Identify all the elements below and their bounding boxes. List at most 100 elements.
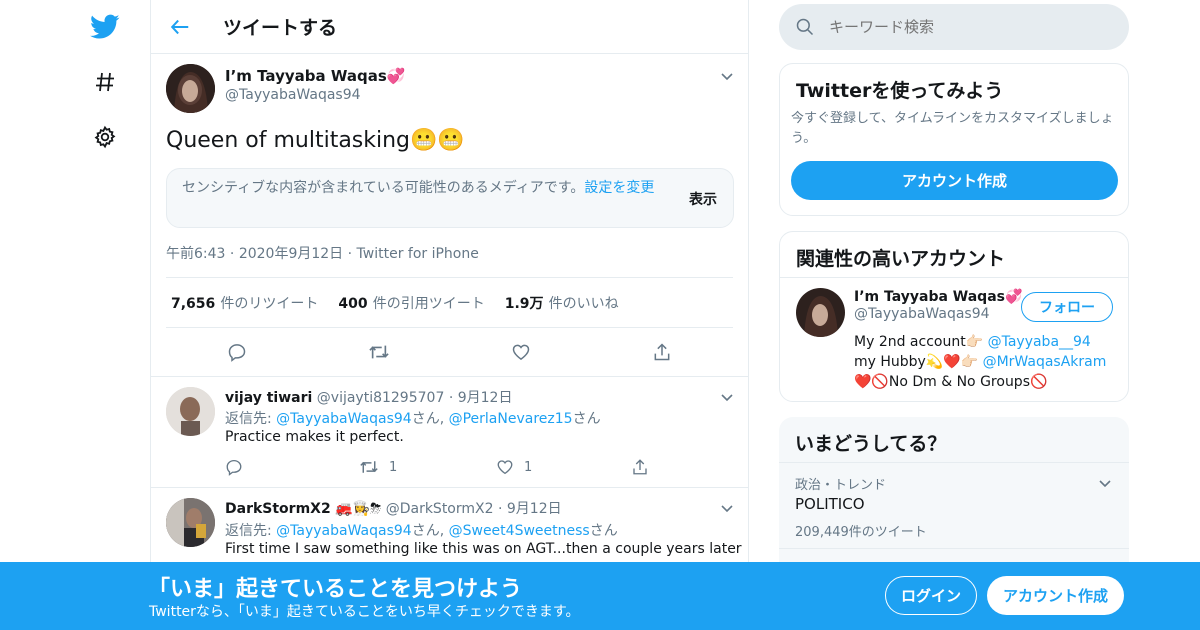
page-header: ツイートする — [151, 0, 748, 54]
reply-to-suffix: さん — [589, 523, 618, 539]
reply-to-suffix: さん — [572, 411, 601, 427]
settings-gear-icon[interactable] — [85, 117, 125, 157]
trends-card: いまどうしてる？ 政治・トレンド POLITICO 209,449件のツイート — [779, 417, 1129, 577]
bio-mention-link[interactable]: @MrWaqasAkram — [983, 354, 1107, 370]
divider — [166, 327, 733, 328]
likes-count: 1.9万 — [504, 296, 544, 312]
reply-date[interactable]: 9月12日 — [458, 390, 513, 406]
sensitive-notice-text: センシティブな内容が含まれている可能性のあるメディアです。 — [182, 180, 585, 196]
bottom-signup-bar: 「いま」起きていることを見つけよう Twitterなら、「いま」起きていることを… — [0, 562, 1200, 630]
reply-author-name[interactable]: DarkStormX2 — [225, 501, 331, 517]
related-account-info[interactable]: I’m Tayyaba Waqas💞 @TayyabaWaqas94 — [854, 289, 1022, 322]
tweet-author-avatar[interactable] — [166, 64, 215, 113]
reply-author-handle[interactable]: @DarkStormX2 — [386, 501, 494, 517]
reply-author-name[interactable]: vijay tiwari — [225, 390, 312, 406]
follow-button[interactable]: フォロー — [1021, 292, 1113, 322]
create-account-button[interactable]: アカウント作成 — [987, 576, 1124, 615]
reply-retweet-button[interactable]: 1 — [359, 458, 397, 476]
tweet-author-handle: @TayyabaWaqas94 — [225, 87, 361, 103]
sensitive-media-notice: センシティブな内容が含まれている可能性のあるメディアです。設定を変更 表示 — [166, 168, 734, 228]
related-account-emoji: 💞 — [1005, 289, 1023, 305]
reply-reply-icon[interactable] — [225, 458, 243, 476]
tweet-text-content: Queen of multitasking — [166, 128, 411, 153]
share-icon[interactable] — [652, 342, 672, 362]
reply-icon[interactable] — [227, 342, 247, 362]
reply-text: Practice makes it perfect. — [225, 429, 404, 445]
related-account-avatar[interactable] — [796, 288, 845, 337]
reply-menu-chevron-icon[interactable] — [719, 389, 735, 409]
retweets-stat[interactable]: 7,656 件のリツイート — [171, 293, 318, 313]
tweet-stats: 7,656 件のリツイート 400 件の引用ツイート 1.9万 件のいいね — [171, 293, 619, 313]
divider — [166, 277, 733, 278]
trend-category: 政治・トレンド — [795, 478, 887, 493]
divider — [151, 487, 748, 488]
reply-to-mention[interactable]: @Sweet4Sweetness — [449, 523, 590, 539]
reply-menu-chevron-icon[interactable] — [719, 500, 735, 520]
quotes-count: 400 — [338, 296, 368, 312]
tweet-author-block[interactable]: I’m Tayyaba Waqas💞 @TayyabaWaqas94 — [225, 67, 405, 103]
reply-to-prefix: 返信先: — [225, 411, 272, 427]
reply-to-suffix: さん, — [411, 411, 445, 427]
trend-name: POLITICO — [795, 495, 865, 513]
reply-date[interactable]: 9月12日 — [507, 501, 562, 517]
sensitive-show-button[interactable]: 表示 — [689, 189, 717, 209]
trend-item[interactable]: 政治・トレンド POLITICO 209,449件のツイート — [779, 463, 1129, 548]
reply-retweet-count: 1 — [389, 459, 398, 475]
trend-menu-chevron-icon[interactable] — [1097, 475, 1113, 495]
reply-to-mention[interactable]: @PerlaNevarez15 — [449, 411, 573, 427]
quotes-stat[interactable]: 400 件の引用ツイート — [338, 293, 484, 313]
divider — [780, 277, 1128, 278]
related-account-handle: @TayyabaWaqas94 — [854, 306, 990, 322]
retweet-icon[interactable] — [368, 342, 390, 362]
reply-share-icon[interactable] — [631, 458, 649, 476]
bio-text: ❤️🚫No Dm & No Groups🚫 — [854, 374, 1048, 390]
reply-author-handle[interactable]: @vijayti81295707 — [317, 390, 445, 406]
bio-text: My 2nd account👉🏻 — [854, 334, 984, 350]
main-column: ツイートする I’m Tayyaba Waqas💞 @TayyabaWaqas9… — [150, 0, 749, 630]
login-button[interactable]: ログイン — [885, 576, 977, 615]
back-arrow-icon[interactable] — [169, 16, 191, 38]
reply-to-line: 返信先: @TayyabaWaqas94さん, @PerlaNevarez15さ… — [225, 408, 601, 428]
tweet-author-name: I’m Tayyaba Waqas — [225, 67, 387, 85]
tweet-meta: 午前6:43 · 2020年9月12日 · Twitter for iPhone — [166, 246, 479, 262]
reply-text: First time I saw something like this was… — [225, 541, 742, 557]
bio-mention-link[interactable]: @Tayyaba__94 — [988, 334, 1091, 350]
tweet-source[interactable]: Twitter for iPhone — [357, 246, 479, 262]
reply-to-line: 返信先: @TayyabaWaqas94さん, @Sweet4Sweetness… — [225, 520, 618, 540]
bio-text: my Hubby💫❤️👉🏻 — [854, 354, 979, 370]
trend-tweet-count: 209,449件のツイート — [795, 525, 927, 540]
search-box[interactable] — [779, 4, 1129, 50]
retweets-label: 件のリツイート — [220, 296, 319, 312]
related-card-title: 関連性の高いアカウント — [796, 248, 1006, 270]
hashtag-icon[interactable] — [85, 62, 125, 102]
bottom-bar-headline: 「いま」起きていることを見つけよう — [148, 577, 523, 602]
reply-to-suffix: さん, — [411, 523, 445, 539]
reply-author-emoji: 🚒👩‍🍳⛈ — [335, 501, 382, 517]
reply-like-button[interactable]: 1 — [496, 458, 532, 476]
search-icon — [795, 17, 815, 37]
sensitive-settings-link[interactable]: 設定を変更 — [584, 180, 654, 196]
tweet-text-emoji: 😬😬 — [410, 128, 465, 153]
divider — [779, 548, 1129, 549]
tweet-menu-chevron-icon[interactable] — [719, 68, 735, 88]
likes-label: 件のいいね — [548, 296, 619, 312]
tweet-time[interactable]: 午前6:43 — [166, 246, 225, 262]
like-heart-icon — [497, 460, 513, 475]
signup-card-create-account-button[interactable]: アカウント作成 — [791, 161, 1118, 200]
tweet-date[interactable]: 2020年9月12日 — [239, 246, 343, 262]
search-input[interactable] — [829, 18, 1109, 36]
reply-to-mention[interactable]: @TayyabaWaqas94 — [276, 523, 412, 539]
retweet-icon — [360, 461, 378, 473]
left-rail — [0, 0, 150, 630]
related-account-bio: My 2nd account👉🏻 @Tayyaba__94 my Hubby💫❤… — [854, 332, 1106, 392]
reply-to-prefix: 返信先: — [225, 523, 272, 539]
page-title: ツイートする — [223, 17, 338, 39]
signup-card-title: Twitterを使ってみよう — [796, 80, 1004, 102]
trends-card-title: いまどうしてる？ — [795, 433, 947, 455]
twitter-logo-icon[interactable] — [85, 7, 125, 47]
likes-stat[interactable]: 1.9万 件のいいね — [505, 293, 619, 313]
reply-avatar[interactable] — [166, 387, 215, 436]
reply-to-mention[interactable]: @TayyabaWaqas94 — [276, 411, 412, 427]
like-heart-icon[interactable] — [511, 342, 531, 362]
reply-avatar[interactable] — [166, 498, 215, 547]
